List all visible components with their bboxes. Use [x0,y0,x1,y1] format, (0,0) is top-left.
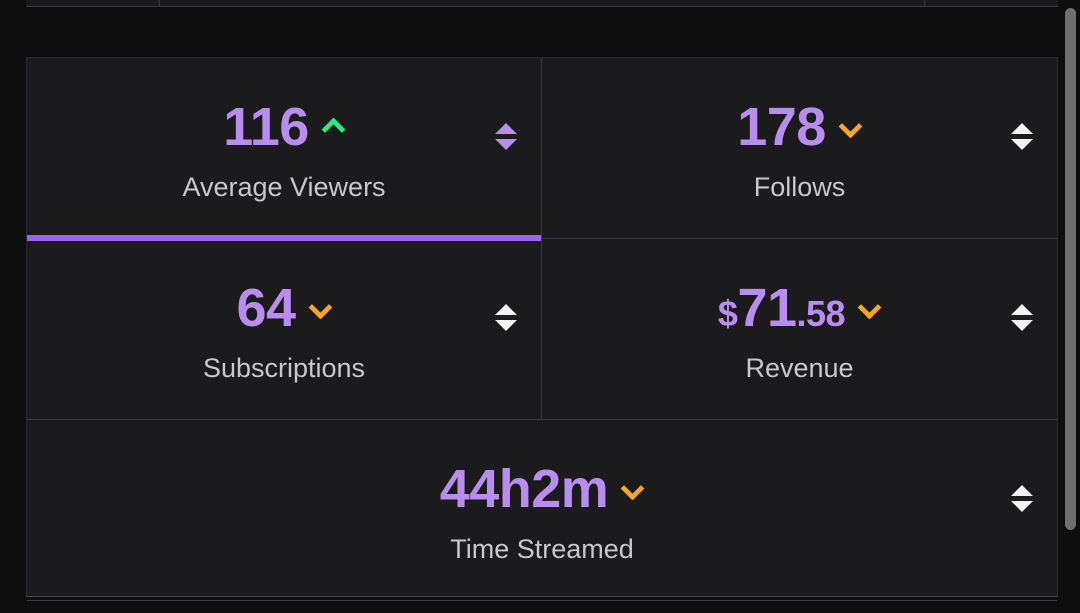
scrollbar-thumb-icon[interactable] [1065,8,1076,530]
sort-control-revenue[interactable] [1009,297,1035,337]
stat-value-average-viewers: 116 [223,96,309,157]
chevron-up-icon [323,116,345,138]
sort-descending-icon [1011,500,1033,512]
stats-card: 116 Average Viewers 178 Follows 64 Subsc… [26,57,1058,601]
stat-value-time-streamed: 44h2m [439,458,609,519]
stat-cell-time-streamed[interactable]: 44h2m Time Streamed [27,420,1057,600]
vertical-scrollbar[interactable] [1062,0,1080,613]
stats-row-top: 116 Average Viewers 178 Follows [27,58,1057,241]
sort-descending-icon [1011,319,1033,331]
stat-cell-follows[interactable]: 178 Follows [542,58,1057,238]
stat-value-row: 64 [236,277,331,339]
sort-descending-icon [1011,138,1033,150]
stat-label-average-viewers: Average Viewers [182,171,386,202]
stat-label-follows: Follows [753,171,846,202]
chevron-down-icon [840,116,862,138]
chevron-down-icon [310,297,332,319]
sort-descending-icon [495,319,517,331]
sort-ascending-icon [495,122,517,134]
stat-value-subscriptions: 64 [236,277,296,338]
sort-descending-icon [495,138,517,150]
revenue-integer-part: 71 [737,277,797,338]
sort-control-average-viewers[interactable] [493,116,519,156]
sort-ascending-icon [1011,122,1033,134]
stat-cell-average-viewers[interactable]: 116 Average Viewers [27,58,542,241]
stat-value-row: 178 [737,96,862,158]
stat-value-row: 116 [223,96,345,158]
stat-cell-subscriptions[interactable]: 64 Subscriptions [27,239,542,419]
stat-value-row: $71.58 [718,277,881,339]
partial-row-above [26,0,1058,7]
stat-cell-revenue[interactable]: $71.58 Revenue [542,239,1057,419]
partial-row-divider [924,0,925,7]
stat-label-subscriptions: Subscriptions [202,352,366,383]
active-metric-indicator [27,235,541,241]
sort-control-follows[interactable] [1009,116,1035,156]
stats-row-middle: 64 Subscriptions $71.58 Revenue [27,239,1057,420]
chevron-down-icon [859,297,881,319]
currency-symbol: $ [717,292,738,334]
sort-ascending-icon [1011,484,1033,496]
stats-row-bottom: 44h2m Time Streamed [27,420,1057,601]
revenue-decimal-part: .58 [796,292,846,334]
stat-label-time-streamed: Time Streamed [450,533,634,564]
stats-screen: 116 Average Viewers 178 Follows 64 Subsc… [0,0,1080,613]
stat-value-row: 44h2m [440,458,645,520]
partial-row-divider [159,0,160,7]
stat-value-revenue: $71.58 [717,277,846,338]
sort-control-subscriptions[interactable] [493,297,519,337]
chevron-down-icon [622,478,644,500]
sort-control-time-streamed[interactable] [1009,478,1035,518]
sort-ascending-icon [1011,303,1033,315]
stat-value-follows: 178 [737,96,826,157]
stat-label-revenue: Revenue [745,352,854,383]
sort-ascending-icon [495,303,517,315]
